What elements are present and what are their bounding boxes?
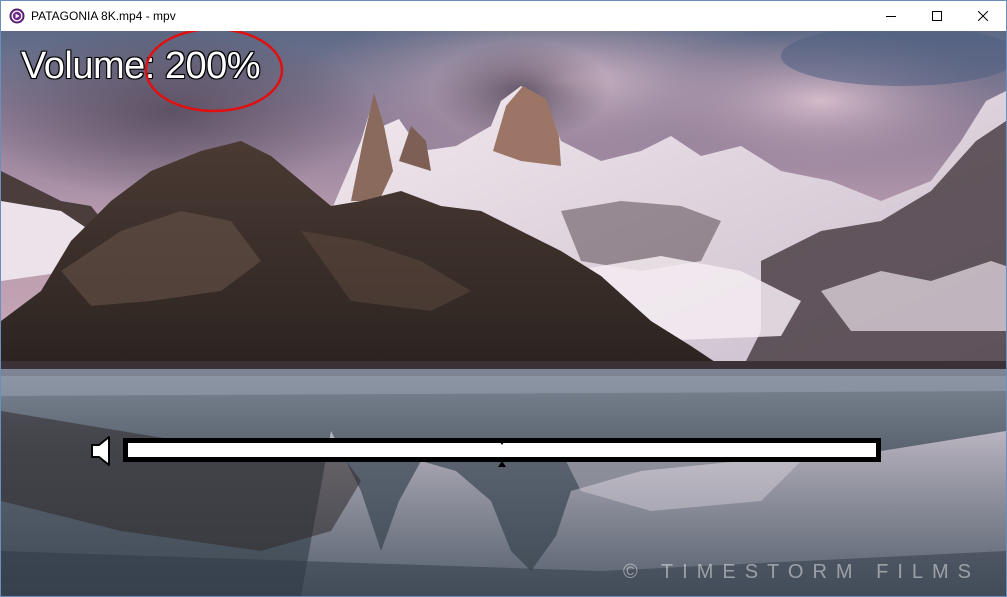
video-watermark: © TIMESTORM FILMS <box>622 561 980 583</box>
caption-buttons <box>868 1 1006 31</box>
volume-100-marker <box>498 439 506 467</box>
minimize-icon <box>886 16 896 17</box>
speaker-icon <box>91 436 110 466</box>
video-frame <box>1 31 1006 596</box>
close-button[interactable] <box>960 1 1006 31</box>
window-title: PATAGONIA 8K.mp4 - mpv <box>31 9 176 23</box>
minimize-button[interactable] <box>868 1 914 31</box>
maximize-icon <box>932 11 942 21</box>
highlight-ellipse <box>144 31 284 113</box>
mpv-icon <box>9 8 25 24</box>
volume-osd-bar <box>89 435 889 467</box>
close-icon <box>978 11 988 21</box>
title-bar[interactable]: PATAGONIA 8K.mp4 - mpv <box>1 1 1006 31</box>
mpv-window: PATAGONIA 8K.mp4 - mpv Volume: 200% © TI… <box>0 0 1007 597</box>
maximize-button[interactable] <box>914 1 960 31</box>
video-area[interactable]: Volume: 200% © TIMESTORM FILMS <box>1 31 1006 596</box>
